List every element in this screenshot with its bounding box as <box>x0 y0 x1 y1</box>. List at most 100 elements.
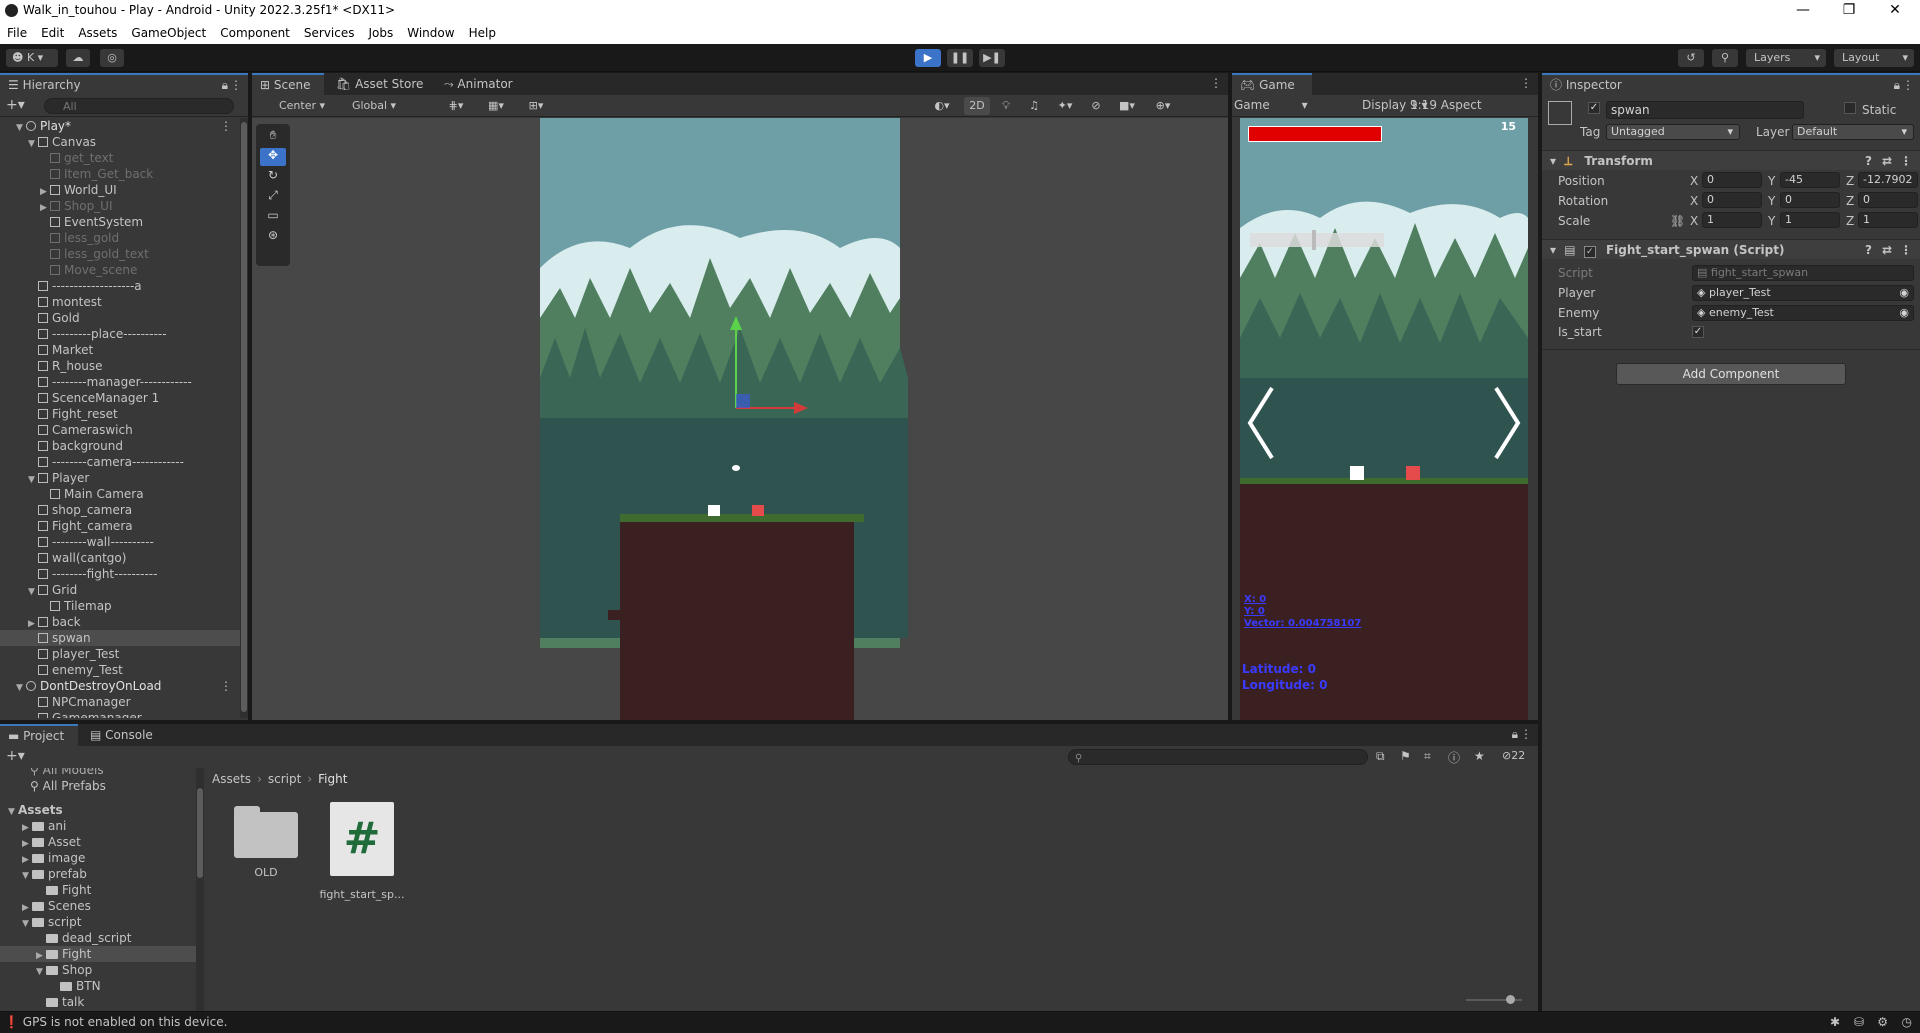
hierarchy-row[interactable]: Move_scene <box>0 262 240 278</box>
hierarchy-row[interactable]: --------fight---------- <box>0 566 240 582</box>
lock-icon[interactable]: 🔒︎ <box>222 75 228 95</box>
rotation-z-field[interactable]: 0 <box>1858 192 1918 208</box>
aspect-dropdown[interactable]: 9:19 Aspect <box>1410 98 1482 112</box>
project-tree-scrollbar[interactable] <box>196 768 204 1011</box>
help-icon[interactable]: ? <box>1865 240 1872 260</box>
hierarchy-row[interactable]: NPCmanager <box>0 694 240 710</box>
minimize-button[interactable]: — <box>1780 0 1826 22</box>
more-icon[interactable]: ⋮ <box>220 118 232 134</box>
hierarchy-row[interactable]: shop_camera <box>0 502 240 518</box>
hierarchy-row[interactable]: Tilemap <box>0 598 240 614</box>
space-dropdown[interactable]: Global ▾ <box>340 97 408 115</box>
hierarchy-row[interactable]: -------------------a <box>0 278 240 294</box>
add-icon[interactable]: +▾ <box>6 748 25 764</box>
hierarchy-row[interactable]: ▶ back <box>0 614 240 630</box>
project-folder-row[interactable]: ▶ image <box>0 850 196 866</box>
game-view-dropdown[interactable]: Game ▾ <box>1234 98 1308 112</box>
hierarchy-row[interactable]: enemy_Test <box>0 662 240 678</box>
hierarchy-scene-row[interactable]: ▼ Play* ⋮ <box>0 118 240 134</box>
icon-size-slider[interactable] <box>1466 995 1522 1004</box>
player-field[interactable]: ◈ player_Test ◉ <box>1692 285 1914 301</box>
camera-icon[interactable]: ■▾ <box>1112 97 1142 115</box>
add-icon[interactable]: +▾ <box>6 97 25 113</box>
hierarchy-row[interactable]: ▼ Player <box>0 470 240 486</box>
visibility-icon[interactable]: ⊘ <box>1084 97 1108 115</box>
menu-services[interactable]: Services <box>297 22 362 44</box>
hierarchy-row[interactable]: Gamemanager <box>0 710 240 718</box>
object-picker-icon[interactable]: ◉ <box>1899 306 1909 320</box>
active-checkbox[interactable]: ✓ <box>1588 102 1600 114</box>
hierarchy-row[interactable]: Fight_reset <box>0 406 240 422</box>
game-view[interactable]: 15 X: 0 Y: 0 Vector: 0.004758107 Latitud… <box>1240 118 1528 720</box>
help-icon[interactable]: ? <box>1865 151 1872 171</box>
axis-y-label[interactable]: Y <box>1768 214 1775 228</box>
object-picker-icon[interactable]: ◉ <box>1899 286 1909 300</box>
breadcrumb-item[interactable]: script <box>268 772 301 786</box>
project-folder-row[interactable]: talk <box>0 994 196 1010</box>
snap-icon[interactable]: ⋕▾ <box>438 97 474 115</box>
hierarchy-row[interactable]: Market <box>0 342 240 358</box>
axis-x-label[interactable]: X <box>1690 194 1698 208</box>
project-folder-row[interactable]: ▶ Asset <box>0 834 196 850</box>
is-start-checkbox[interactable]: ✓ <box>1692 326 1704 338</box>
menu-gameobject[interactable]: GameObject <box>124 22 213 44</box>
menu-edit[interactable]: Edit <box>34 22 71 44</box>
lock-icon[interactable]: 🔒︎ <box>1894 75 1900 95</box>
add-component-button[interactable]: Add Component <box>1616 363 1846 385</box>
constrain-proportions-icon[interactable]: ⛓ <box>1670 214 1685 228</box>
project-folder-row[interactable]: dead_script <box>0 930 196 946</box>
more-icon[interactable]: ⋮ <box>1520 76 1532 90</box>
more-icon[interactable]: ⋮ <box>1900 151 1912 171</box>
status-message[interactable]: ❗ GPS is not enabled on this device. <box>4 1015 227 1029</box>
menu-file[interactable]: File <box>0 22 34 44</box>
hierarchy-scene-row[interactable]: ▼ DontDestroyOnLoad ⋮ <box>0 678 240 694</box>
hierarchy-row[interactable]: less_gold <box>0 230 240 246</box>
warning-icon[interactable]: ⓘ <box>1448 749 1460 766</box>
step-button[interactable]: ▶❚ <box>979 49 1005 67</box>
axis-z-label[interactable]: Z <box>1846 194 1854 208</box>
asset-folder-old[interactable]: OLD <box>228 798 300 884</box>
tab-scene[interactable]: ⊞ Scene <box>252 73 324 95</box>
effects-icon[interactable]: ✦▾ <box>1050 97 1080 115</box>
axis-y-label[interactable]: Y <box>1768 174 1775 188</box>
layout-dropdown[interactable]: Layout ▾ <box>1834 49 1914 67</box>
scale-tool-icon[interactable]: ⤢ <box>260 188 286 206</box>
scale-y-field[interactable]: 1 <box>1780 212 1840 228</box>
slider-handle[interactable] <box>1506 995 1515 1004</box>
cache-icon[interactable]: ⛁ <box>1854 1015 1864 1029</box>
more-icon[interactable]: ⋮ <box>1520 727 1532 741</box>
maximize-button[interactable]: ❐ <box>1826 0 1872 22</box>
transform-tool-icon[interactable]: ⊛ <box>260 228 286 246</box>
close-button[interactable]: ✕ <box>1872 0 1918 22</box>
axis-x-label[interactable]: X <box>1690 174 1698 188</box>
hierarchy-row[interactable]: Main Camera <box>0 486 240 502</box>
axis-z-label[interactable]: Z <box>1846 174 1854 188</box>
increment-snap-icon[interactable]: ⊞▾ <box>518 97 554 115</box>
hierarchy-row[interactable]: Item_Get_back <box>0 166 240 182</box>
hierarchy-row[interactable]: get_text <box>0 150 240 166</box>
gizmos-icon[interactable]: ⊕▾ <box>1146 97 1180 115</box>
filter-type-icon[interactable]: ⧉ <box>1376 749 1385 764</box>
favorite-item[interactable]: ⚲ All Models <box>30 768 104 778</box>
project-folder-row[interactable]: Fight <box>0 882 196 898</box>
project-folder-row[interactable]: ▼ prefab <box>0 866 196 882</box>
object-name-field[interactable]: spwan <box>1606 101 1804 119</box>
script-component-header[interactable]: ▾ ▤ ✓ Fight_start_spwan (Script) ? ⇄ ⋮ <box>1542 239 1920 259</box>
project-folder-row[interactable]: ▶ Scenes <box>0 898 196 914</box>
hidden-packages-count[interactable]: ⊘22 <box>1502 749 1525 762</box>
scrollbar-thumb[interactable] <box>197 788 203 878</box>
filter-label-icon[interactable]: ⚑ <box>1400 749 1411 763</box>
tab-game[interactable]: 🎮︎ Game <box>1232 73 1312 95</box>
more-icon[interactable]: ⋮ <box>1210 76 1222 90</box>
tab-hierarchy[interactable]: ☰ Hierarchy 🔒︎ ⋮ <box>0 73 248 95</box>
move-tool-icon[interactable]: ✥ <box>260 148 286 166</box>
menu-window[interactable]: Window <box>400 22 461 44</box>
rotation-x-field[interactable]: 0 <box>1702 192 1762 208</box>
rotate-tool-icon[interactable]: ↻ <box>260 168 286 186</box>
hierarchy-row[interactable]: background <box>0 438 240 454</box>
transform-header[interactable]: ▾ ⟂ Transform ? ⇄ ⋮ <box>1542 150 1920 170</box>
hand-tool-icon[interactable]: ✋︎ <box>260 128 286 146</box>
collab-icon[interactable]: ◎ <box>100 49 124 67</box>
hierarchy-row[interactable]: wall(cantgo) <box>0 550 240 566</box>
menu-help[interactable]: Help <box>462 22 503 44</box>
